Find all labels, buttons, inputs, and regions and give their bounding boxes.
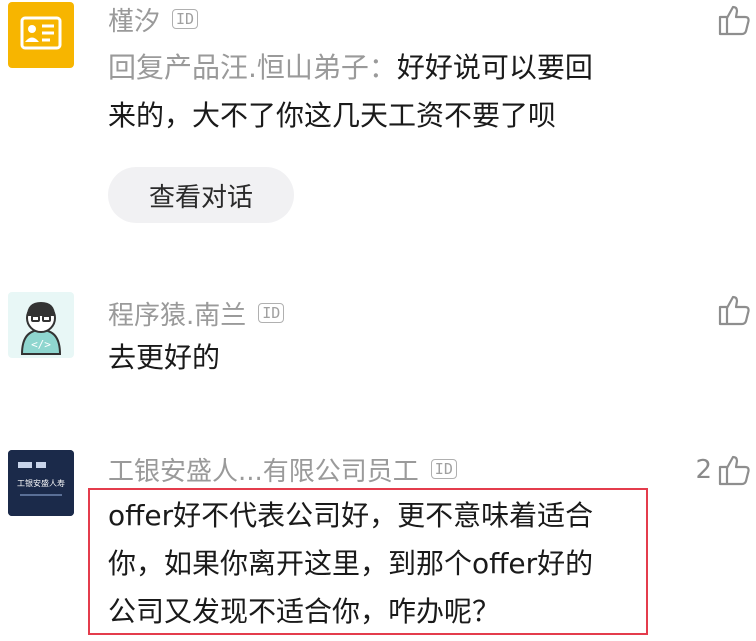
like-button[interactable]: 2 <box>695 452 752 488</box>
thumbs-up-icon <box>718 295 750 326</box>
like-button[interactable] <box>716 292 752 328</box>
view-conversation-button[interactable]: 查看对话 <box>108 167 294 223</box>
code-icon: </> <box>31 338 51 351</box>
avatar-company-text: 工银安盛人寿 <box>17 478 65 488</box>
author-name[interactable]: 工银安盛人...有限公司员工 <box>108 451 419 488</box>
avatar[interactable] <box>8 2 74 68</box>
thumbs-up-icon <box>718 455 750 486</box>
comment-item: </> 程序猿.南兰 ID 去更好的 <box>0 290 756 410</box>
comment-line: 去更好的 <box>108 341 221 374</box>
author-row: 程序猿.南兰 ID <box>108 295 285 332</box>
coder-avatar-icon: </> <box>20 302 62 355</box>
reply-prefix: 回复产品汪.恒山弟子： <box>108 51 397 84</box>
comment-item: 槿汐 ID 回复产品汪.恒山弟子：好好说可以要回 来的，大不了你这几天工资不要了… <box>0 0 756 240</box>
id-badge-icon: ID <box>172 9 199 29</box>
avatar[interactable]: 工银安盛人寿 <box>8 450 74 516</box>
author-row: 槿汐 ID <box>108 1 199 38</box>
author-name[interactable]: 槿汐 <box>108 1 160 38</box>
comment-line: 来的，大不了你这几天工资不要了呗 <box>108 99 557 132</box>
author-row: 工银安盛人...有限公司员工 ID <box>108 451 457 488</box>
highlight-box <box>88 488 648 635</box>
comment-line: 好好说可以要回 <box>396 51 593 84</box>
company-avatar-icon: 工银安盛人寿 <box>8 450 74 516</box>
id-card-icon <box>20 16 62 50</box>
like-button[interactable] <box>716 2 752 38</box>
thumbs-up-icon <box>718 5 750 36</box>
comment-text: 回复产品汪.恒山弟子：好好说可以要回 来的，大不了你这几天工资不要了呗 <box>108 44 593 140</box>
like-count: 2 <box>695 455 712 485</box>
avatar[interactable]: </> <box>8 292 74 358</box>
author-name[interactable]: 程序猿.南兰 <box>108 295 246 332</box>
id-badge-icon: ID <box>430 459 457 479</box>
id-badge-icon: ID <box>258 303 285 323</box>
comment-text: 去更好的 <box>108 334 220 382</box>
